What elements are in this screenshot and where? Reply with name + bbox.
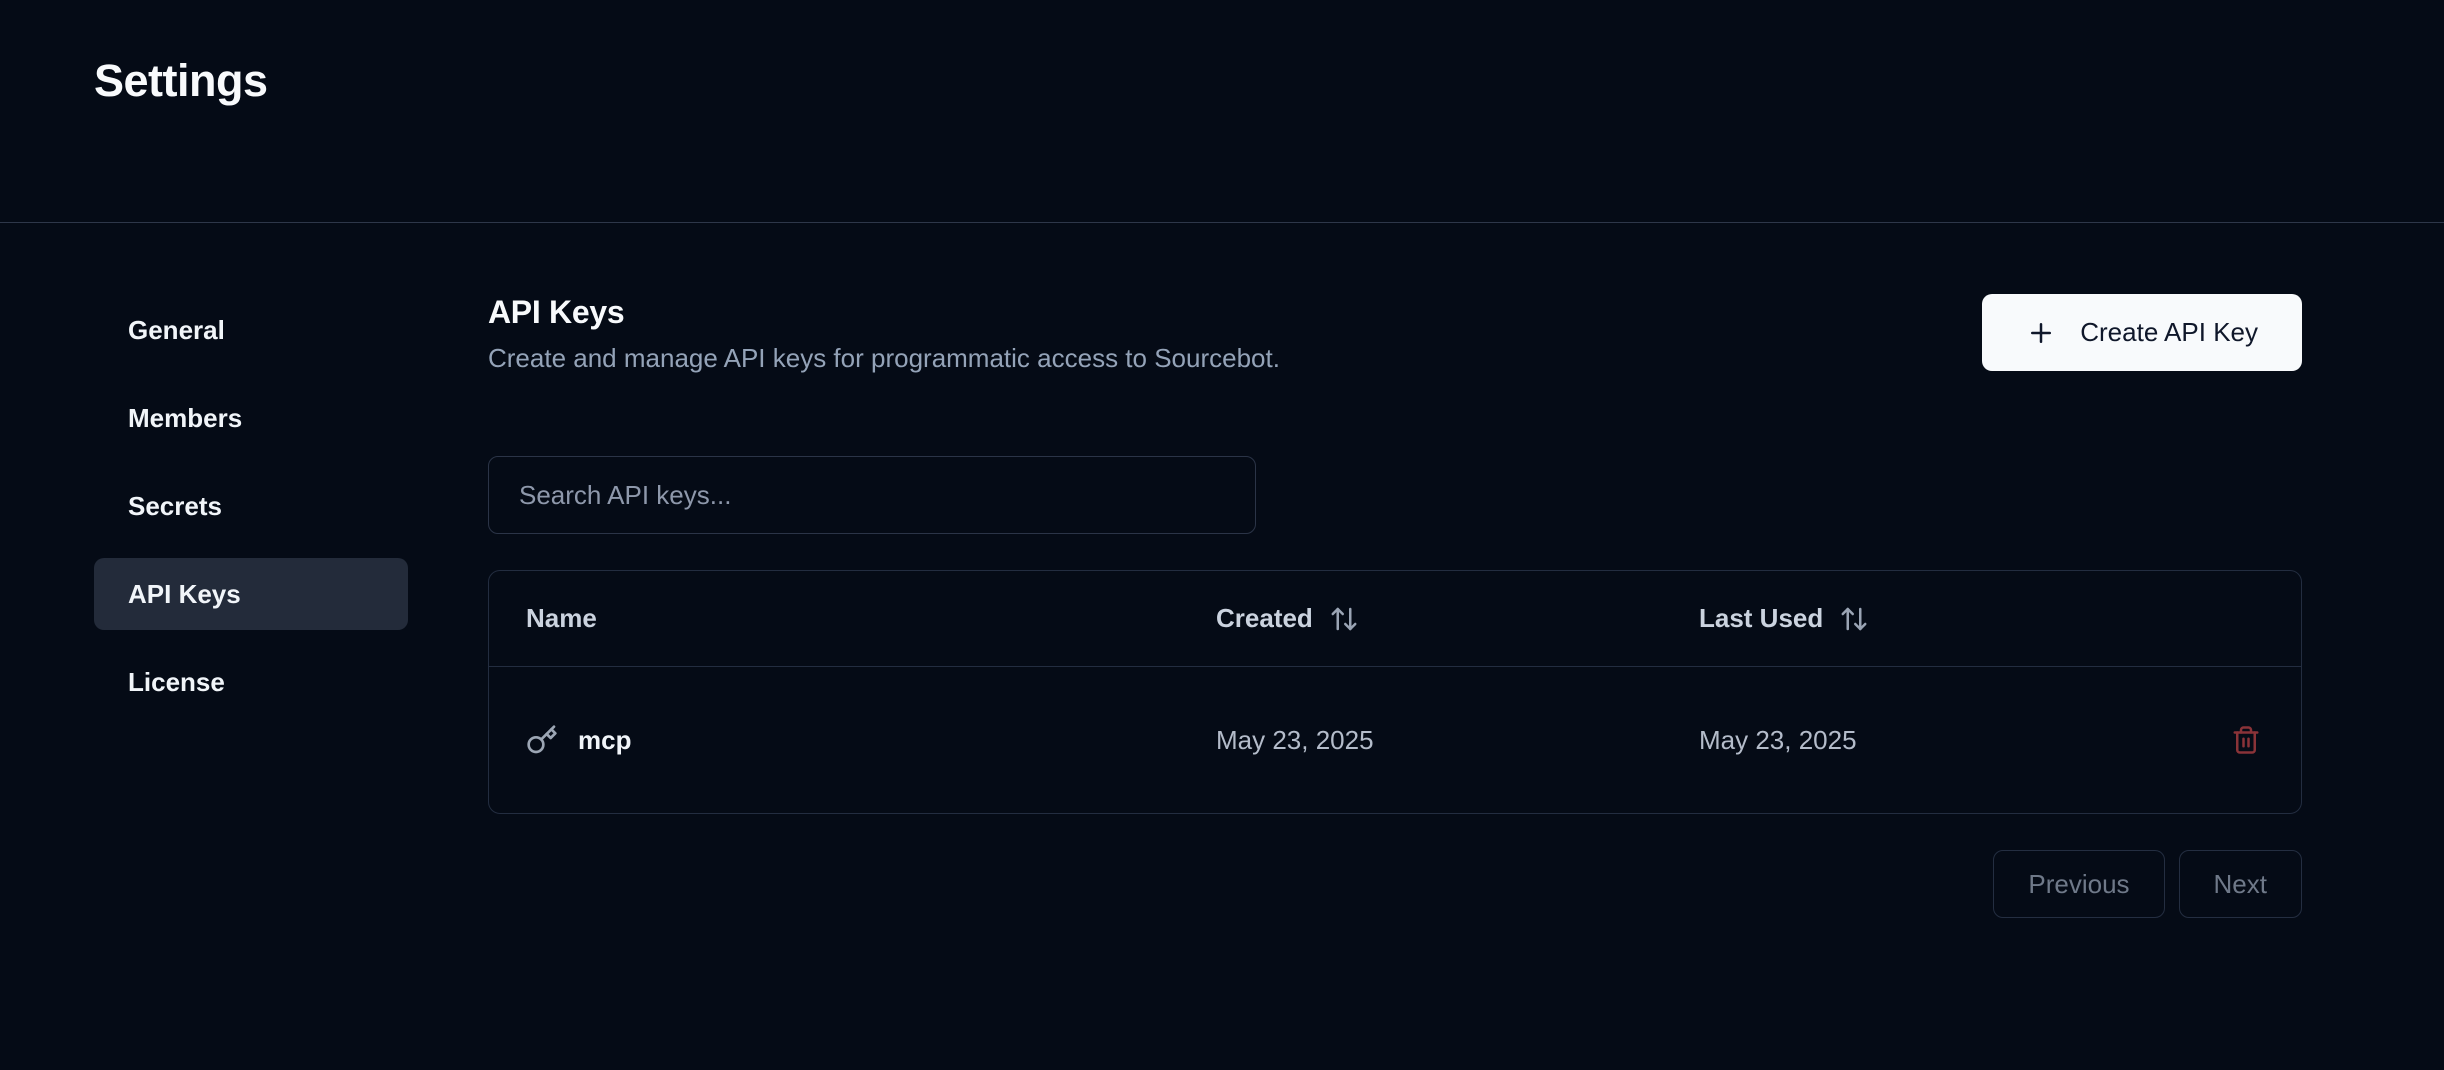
api-key-name-cell: mcp <box>489 724 1179 756</box>
table-pagination: Previous Next <box>488 850 2302 918</box>
column-label: Name <box>526 603 597 633</box>
page-header: Settings <box>0 0 2444 223</box>
delete-api-key-button[interactable] <box>2221 715 2271 765</box>
previous-page-button[interactable]: Previous <box>1993 850 2165 918</box>
sidebar-item-api-keys[interactable]: API Keys <box>94 558 408 630</box>
arrow-up-down-icon[interactable] <box>1839 604 1869 634</box>
section-subtitle: Create and manage API keys for programma… <box>488 343 1280 373</box>
sidebar-item-members[interactable]: Members <box>94 382 408 454</box>
column-header-created[interactable]: Created <box>1179 603 1662 634</box>
key-icon <box>526 724 558 756</box>
table-header-row: Name Created Last Used <box>489 571 2301 667</box>
table-row: mcp May 23, 2025 May 23, 2025 <box>489 667 2301 813</box>
column-label: Created <box>1216 603 1313 633</box>
page-title: Settings <box>94 55 268 106</box>
trash-icon <box>2231 725 2261 755</box>
api-key-created-cell: May 23, 2025 <box>1216 724 1374 755</box>
column-label: Last Used <box>1699 603 1824 633</box>
api-keys-header: API Keys Create and manage API keys for … <box>488 294 2302 374</box>
column-header-last-used[interactable]: Last Used <box>1662 603 2190 634</box>
plus-icon <box>2026 318 2056 348</box>
api-key-last-used-cell: May 23, 2025 <box>1699 724 1857 755</box>
search-api-keys-input[interactable] <box>488 456 1256 534</box>
arrow-up-down-icon[interactable] <box>1329 604 1359 634</box>
sidebar-item-general[interactable]: General <box>94 294 408 366</box>
settings-page: Settings General Members Secrets API Key… <box>0 0 2444 1070</box>
sidebar-item-secrets[interactable]: Secrets <box>94 470 408 542</box>
create-api-key-button[interactable]: Create API Key <box>1982 294 2302 371</box>
api-key-actions-cell <box>2190 715 2301 765</box>
api-keys-panel: API Keys Create and manage API keys for … <box>488 294 2302 918</box>
api-key-name: mcp <box>578 724 632 755</box>
settings-content: General Members Secrets API Keys License… <box>0 223 2444 918</box>
settings-sidebar: General Members Secrets API Keys License <box>94 294 408 918</box>
api-keys-table: Name Created Last Used mcp May 23, 2025 … <box>488 570 2302 814</box>
section-title: API Keys <box>488 294 625 330</box>
create-api-key-label: Create API Key <box>2080 317 2258 347</box>
next-page-button[interactable]: Next <box>2178 850 2302 918</box>
sidebar-item-license[interactable]: License <box>94 646 408 718</box>
api-keys-heading: API Keys Create and manage API keys for … <box>488 294 1280 374</box>
column-header-name: Name <box>489 603 1179 634</box>
